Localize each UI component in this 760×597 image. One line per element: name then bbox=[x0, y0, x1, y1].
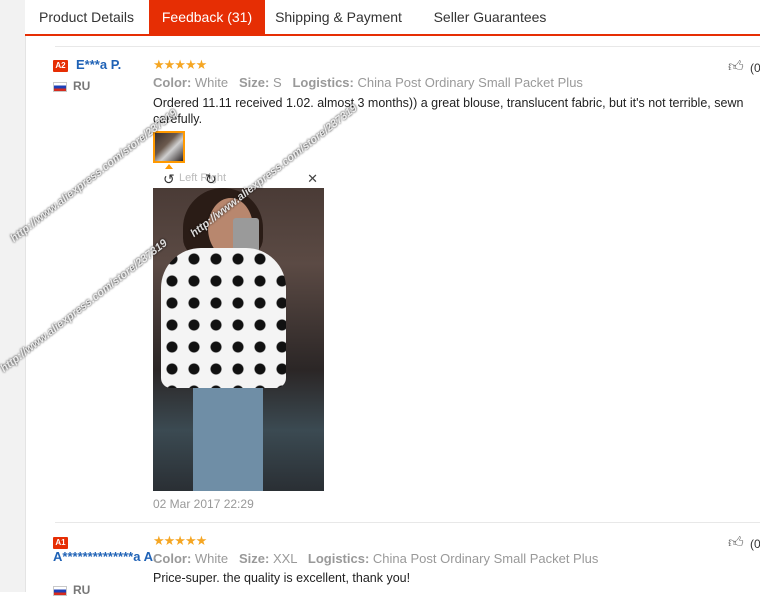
close-icon[interactable]: ✕ bbox=[307, 171, 318, 187]
tab-product-details[interactable]: Product Details bbox=[25, 0, 148, 34]
thumbs-up-icon[interactable]: 👍︎ bbox=[728, 534, 744, 552]
photo-content bbox=[161, 248, 286, 388]
buyer-level-badge: A1 bbox=[53, 537, 68, 549]
color-label: Color: bbox=[153, 75, 192, 90]
buyer-name: E***a P. bbox=[76, 57, 122, 72]
logistics-label: Logistics: bbox=[307, 551, 370, 566]
size-value: XXL bbox=[272, 551, 298, 566]
photo-viewer: ↺ Left Right ↻ ✕ bbox=[153, 170, 324, 491]
rotate-left-icon[interactable]: ↺ bbox=[163, 171, 175, 188]
logistics-value: China Post Ordinary Small Packet Plus bbox=[372, 551, 599, 566]
review-photo bbox=[153, 188, 324, 491]
size-label: Size: bbox=[238, 551, 270, 566]
order-info: Color: White Size: XXL Logistics: China … bbox=[153, 551, 598, 566]
photo-content bbox=[193, 388, 263, 491]
review-text: Price-super. the quality is excellent, t… bbox=[153, 571, 411, 585]
thumbs-up-icon[interactable]: 👍︎ bbox=[728, 58, 744, 76]
tab-feedback[interactable]: Feedback (31) bbox=[149, 0, 265, 34]
divider bbox=[55, 522, 760, 523]
tab-shipping-payment[interactable]: Shipping & Payment bbox=[271, 0, 406, 34]
color-label: Color: bbox=[153, 551, 192, 566]
color-value: White bbox=[194, 551, 229, 566]
review-photo-thumbnail[interactable] bbox=[153, 131, 185, 163]
country-flag-icon bbox=[53, 586, 67, 596]
photo-viewer-toolbar: ↺ Left Right ↻ ✕ bbox=[153, 170, 324, 189]
rating-stars: ★★★★★ bbox=[153, 57, 207, 72]
rating-stars: ★★★★★ bbox=[153, 533, 207, 548]
review-date: 02 Mar 2017 22:29 bbox=[153, 497, 254, 511]
review-text: Ordered 11.11 received 1.02. almost 3 mo… bbox=[153, 96, 744, 126]
like-count: (0 bbox=[750, 61, 760, 75]
size-label: Size: bbox=[238, 75, 270, 90]
buyer-country: RU bbox=[73, 79, 91, 93]
rotate-label: Left Right bbox=[179, 172, 227, 184]
like-count: (0 bbox=[750, 537, 760, 551]
size-value: S bbox=[272, 75, 282, 90]
logistics-value: China Post Ordinary Small Packet Plus bbox=[357, 75, 583, 90]
order-info: Color: White Size: S Logistics: China Po… bbox=[153, 75, 583, 90]
thumbnail-pointer bbox=[165, 164, 173, 169]
color-value: White bbox=[194, 75, 229, 90]
left-panel-strip bbox=[0, 0, 26, 592]
tab-seller-guarantees[interactable]: Seller Guarantees bbox=[426, 0, 554, 34]
photo-content bbox=[233, 218, 259, 252]
buyer-level-badge: A2 bbox=[53, 60, 68, 72]
rotate-right-icon[interactable]: ↻ bbox=[205, 171, 217, 188]
tab-bar: Product Details Feedback (31) Shipping &… bbox=[25, 0, 760, 36]
buyer-country: RU bbox=[73, 583, 91, 597]
country-flag-icon bbox=[53, 82, 67, 92]
divider bbox=[55, 46, 760, 47]
logistics-label: Logistics: bbox=[292, 75, 354, 90]
